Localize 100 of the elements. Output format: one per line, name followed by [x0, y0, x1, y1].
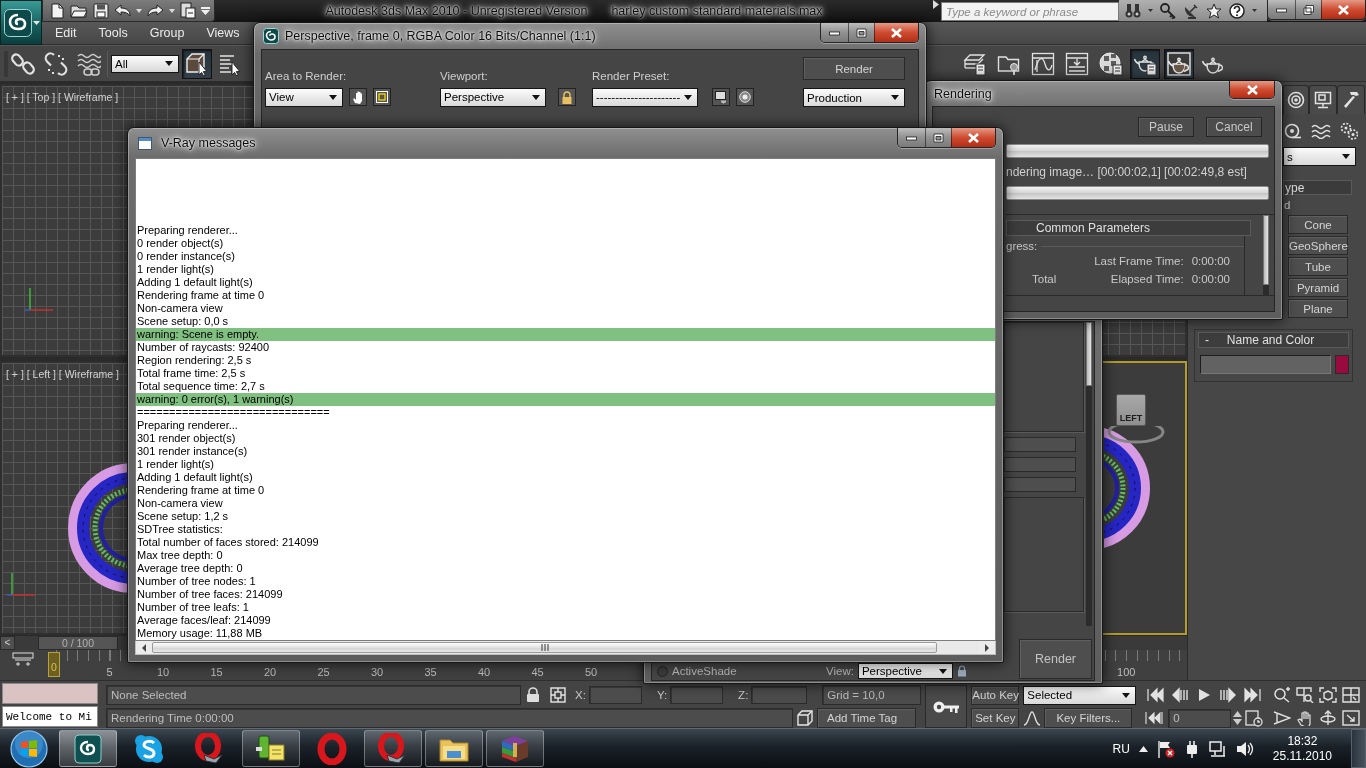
listener-input-field[interactable] [2, 683, 98, 704]
stacked-pages-icon[interactable] [180, 2, 196, 19]
toolbar-button[interactable] [1130, 48, 1160, 79]
current-frame-marker[interactable]: 0 [48, 651, 60, 677]
rollout-header[interactable]: Common Parameters [1006, 220, 1251, 236]
maximize-button[interactable] [925, 128, 951, 147]
rollout-header[interactable]: ype [1283, 180, 1352, 195]
edit-region-button[interactable] [349, 88, 367, 106]
render-preset-dropdown[interactable]: ---------------------- [592, 87, 698, 107]
time-slider-thumb[interactable]: 0 / 100 [38, 636, 118, 650]
dialog-button[interactable]: Pause [1138, 117, 1194, 137]
render-button[interactable]: Render [1019, 639, 1092, 679]
key-filters-button[interactable]: Key Filters... [1044, 708, 1133, 728]
lock-viewport-button[interactable] [558, 88, 576, 106]
scrollbar-thumb[interactable] [152, 642, 937, 653]
scrollbar-thumb[interactable] [1263, 215, 1269, 285]
caret-down-bar-icon[interactable] [201, 6, 210, 15]
restore-button[interactable] [1295, 0, 1321, 19]
padlock-icon[interactable] [956, 665, 967, 677]
taskbar-button[interactable] [242, 730, 300, 767]
current-frame-field[interactable]: 0 [1168, 708, 1232, 728]
menu-item[interactable]: Edit [44, 26, 88, 40]
viewport-dropdown[interactable]: Perspective [440, 87, 546, 107]
menu-item[interactable]: Tools [87, 26, 139, 40]
set-keys-button[interactable] [925, 685, 968, 728]
star-icon[interactable] [1206, 2, 1222, 19]
undo-arrow-icon[interactable] [114, 3, 131, 18]
close-button[interactable] [1230, 81, 1274, 98]
previous-frame-button[interactable]: < [0, 636, 15, 650]
command-panel-tab[interactable] [1309, 85, 1337, 114]
object-type-button[interactable]: Pyramid [1288, 278, 1348, 297]
key-mode-dropdown[interactable]: Selected [1023, 685, 1137, 705]
coordinate-field[interactable] [670, 686, 724, 704]
text-field[interactable] [1004, 437, 1076, 452]
gears-icon[interactable] [1340, 122, 1358, 140]
menu-item[interactable]: Group [138, 26, 196, 40]
object-type-button[interactable]: Tube [1288, 257, 1348, 276]
rollout-header[interactable]: - Name and Color [1198, 332, 1349, 348]
command-panel-tab[interactable] [1283, 85, 1309, 114]
render-button[interactable]: Render [803, 57, 905, 80]
open-folder-icon[interactable] [70, 2, 88, 19]
clock-date[interactable]: 25.11.2010 [1272, 749, 1332, 763]
coordinate-field[interactable] [751, 686, 808, 704]
radio-button[interactable] [657, 665, 668, 677]
scrollbar-thumb[interactable] [1086, 322, 1092, 386]
tape-measure-icon[interactable] [1284, 123, 1302, 139]
text-field[interactable] [1004, 457, 1076, 472]
collapse-toggle[interactable]: - [1205, 333, 1209, 347]
waves-icon[interactable] [1311, 123, 1331, 139]
category-dropdown[interactable]: s [1283, 147, 1356, 166]
satellite-dish-icon[interactable] [1183, 2, 1199, 19]
text-field[interactable] [1004, 477, 1076, 492]
selection-filter-dropdown[interactable]: All [111, 54, 179, 73]
flag-error-icon[interactable] [1156, 739, 1175, 758]
redo-arrow-icon[interactable] [147, 3, 164, 18]
navigation-button[interactable] [1316, 685, 1340, 705]
navigation-button[interactable] [1339, 708, 1363, 728]
application-button[interactable] [0, 0, 42, 45]
auto-key-button[interactable]: Auto Key [971, 685, 1020, 705]
speaker-icon[interactable] [1235, 740, 1254, 757]
minimize-button[interactable] [898, 128, 925, 147]
toolbar-button[interactable] [182, 48, 212, 79]
close-button[interactable] [874, 23, 918, 42]
toolbar-button[interactable] [1164, 48, 1194, 79]
taskbar-button[interactable] [486, 730, 544, 767]
language-indicator[interactable]: RU [1112, 741, 1130, 756]
environment-button[interactable] [736, 88, 754, 106]
object-type-button[interactable]: Cone [1288, 215, 1348, 234]
color-swatch[interactable] [1335, 355, 1349, 374]
network-icon[interactable] [1208, 739, 1227, 758]
triangle-up-icon[interactable] [1138, 745, 1148, 752]
close-button[interactable] [1321, 0, 1365, 19]
viewcube[interactable]: LEFT [1116, 394, 1146, 426]
viewport-label[interactable]: [ + ] [ Left ] [ Wireframe ] [6, 368, 119, 380]
key-icon[interactable] [1160, 2, 1176, 19]
command-panel-tab[interactable] [1337, 85, 1365, 114]
menu-item[interactable]: Views [195, 26, 251, 40]
triangle-right-icon[interactable] [933, 0, 939, 9]
close-button[interactable] [951, 128, 995, 147]
clock-time[interactable]: 18:32 [1287, 734, 1318, 748]
add-time-tag-button[interactable]: Add Time Tag [817, 708, 916, 728]
binoculars-icon[interactable] [1125, 2, 1141, 19]
maximize-button[interactable] [848, 23, 874, 42]
help-icon[interactable] [1229, 2, 1245, 19]
dialog-button[interactable]: Cancel [1206, 117, 1262, 137]
auto-region-button[interactable] [373, 88, 391, 106]
minimize-button[interactable] [821, 23, 848, 42]
object-type-button[interactable]: GeoSphere [1288, 236, 1348, 255]
render-mode-dropdown[interactable]: Production [803, 88, 905, 107]
viewport-dropdown[interactable]: Perspective [857, 663, 953, 679]
object-name-field[interactable] [1200, 355, 1331, 374]
area-dropdown[interactable]: View [265, 87, 343, 107]
search-field[interactable]: Type a keyword or phrase [941, 2, 1119, 21]
taskbar-button[interactable] [425, 730, 483, 767]
new-file-icon[interactable] [49, 2, 65, 19]
coordinate-field[interactable] [588, 686, 642, 704]
object-type-button[interactable]: Plane [1288, 299, 1348, 318]
taskbar-button[interactable] [59, 730, 117, 767]
set-key-button[interactable]: Set Key [971, 708, 1020, 728]
render-setup-button[interactable] [712, 88, 730, 106]
